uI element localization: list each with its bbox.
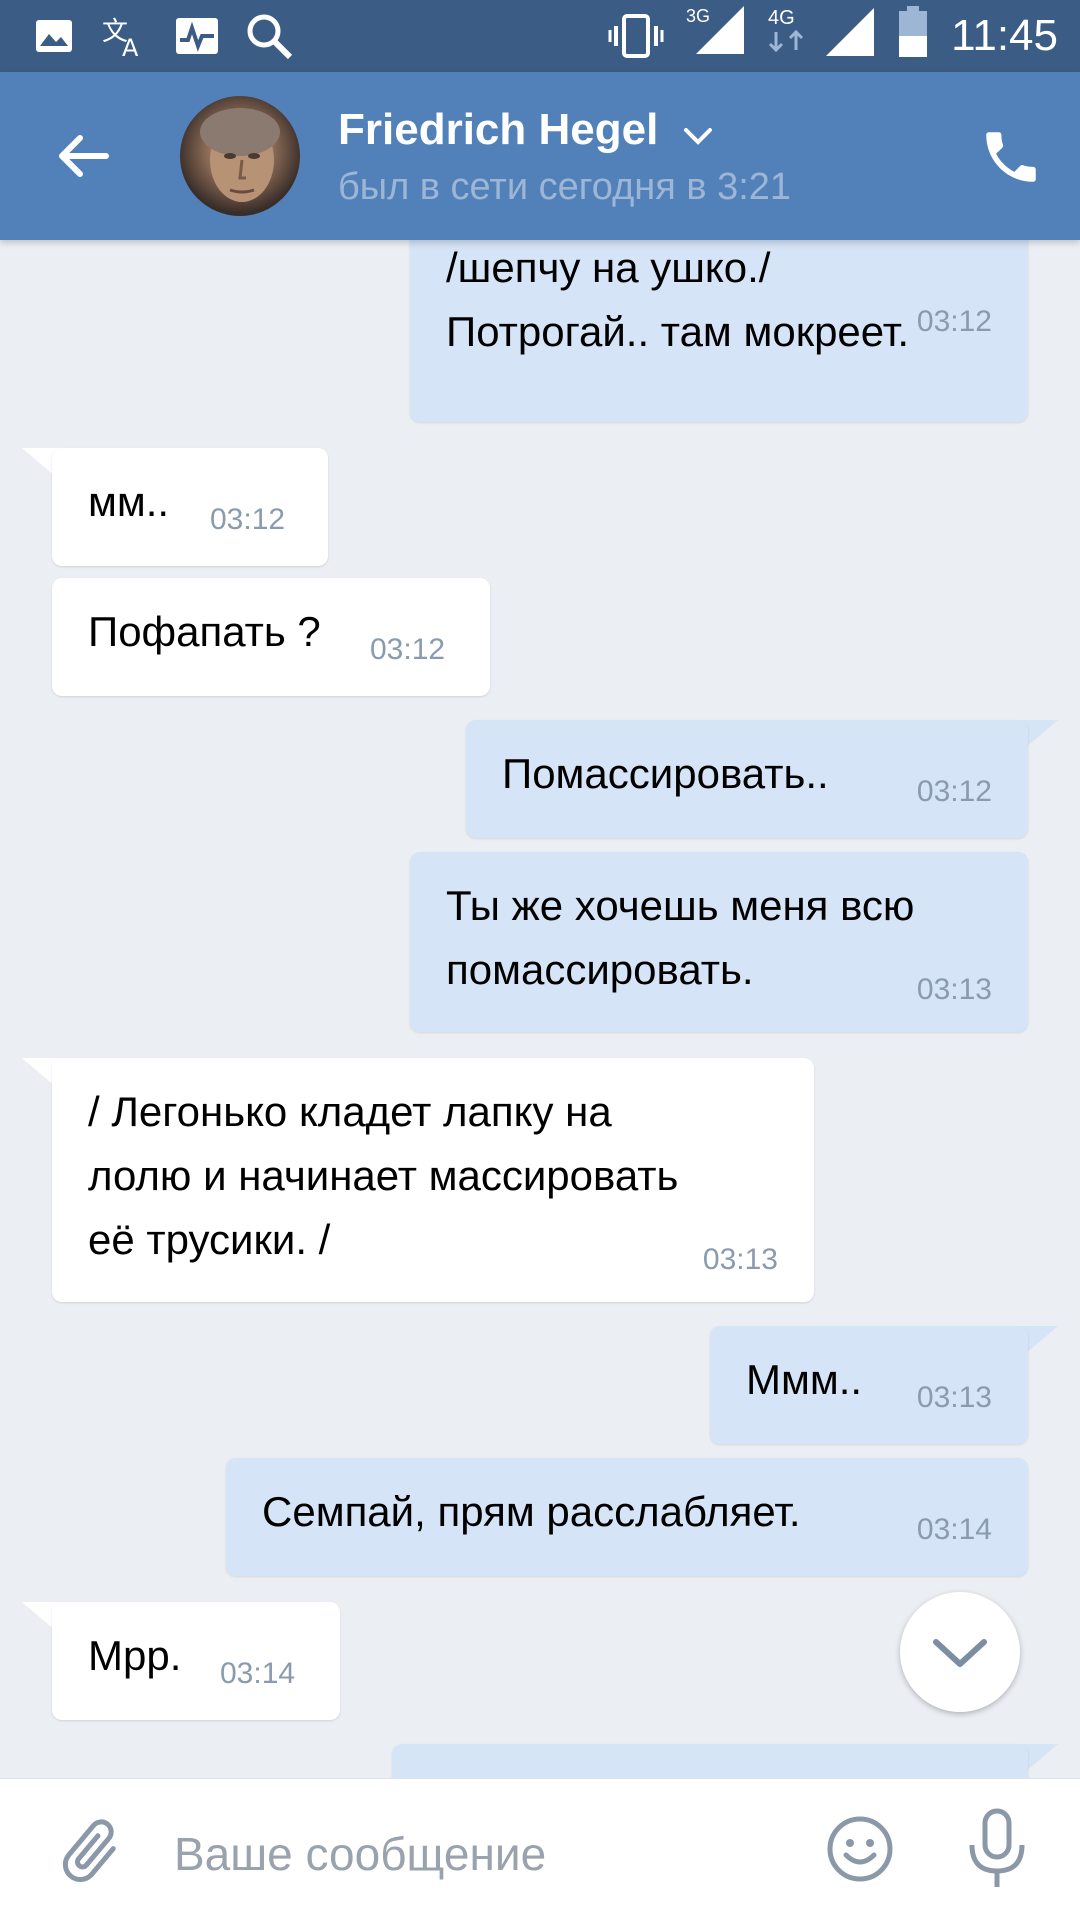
- message-text: Помассировать..: [502, 750, 829, 797]
- status-bar: 文A 3G 4G 11:45: [0, 0, 1080, 72]
- message-bubble-outgoing[interactable]: Ты же хочешь меня всю помассировать. 03:…: [410, 852, 1028, 1032]
- activity-icon: [174, 14, 220, 58]
- last-seen-status: был в сети сегодня в 3:21: [338, 166, 792, 208]
- message-text: / Легонько кладет лапку на лолю и начина…: [88, 1088, 679, 1263]
- message-list[interactable]: /шепчу на ушко./ Потрогай.. там мокреет.…: [0, 240, 1080, 1778]
- call-button[interactable]: [978, 124, 1044, 190]
- network-4g-label: 4G: [768, 7, 795, 29]
- microphone-icon: [969, 1808, 1025, 1887]
- translate-icon: 文A: [100, 14, 148, 58]
- message-text: мм..: [88, 478, 170, 525]
- emoji-button[interactable]: [822, 1811, 898, 1887]
- message-bubble-outgoing[interactable]: [392, 1744, 1028, 1778]
- message-time: 03:14: [220, 1657, 296, 1690]
- message-time: 03:13: [702, 1243, 778, 1276]
- chat-header: Friedrich Hegel был в сети сегодня в 3:2…: [0, 72, 1080, 240]
- message-text: /шепчу на ушко./ Потрогай.. там мокреет.: [446, 244, 910, 355]
- contact-avatar[interactable]: [180, 96, 300, 216]
- message-input[interactable]: [172, 1813, 796, 1895]
- message-time: 03:13: [916, 973, 992, 1006]
- message-text: Семпай, прям расслабляет.: [262, 1488, 801, 1535]
- message-text: Ты же хочешь меня всю помассировать.: [446, 882, 915, 993]
- message-bubble-incoming[interactable]: Мрр. 03:14: [52, 1602, 340, 1720]
- message-time: 03:12: [370, 633, 446, 666]
- chevron-down-icon: [933, 1639, 987, 1667]
- chevron-down-icon[interactable]: [680, 120, 716, 150]
- message-composer: [0, 1778, 1080, 1921]
- paperclip-icon: [62, 1819, 116, 1882]
- message-bubble-outgoing[interactable]: /шепчу на ушко./ Потрогай.. там мокреет.…: [410, 240, 1028, 422]
- phone-icon: [986, 132, 1036, 182]
- message-text: Мрр.: [88, 1632, 182, 1679]
- contact-name[interactable]: Friedrich Hegel: [338, 102, 658, 158]
- message-time: 03:12: [210, 503, 286, 536]
- smiley-icon: [827, 1816, 893, 1882]
- message-bubble-outgoing[interactable]: Ммм.. 03:13: [710, 1326, 1028, 1444]
- message-time: 03:13: [916, 1381, 992, 1414]
- status-time: 11:45: [951, 11, 1058, 60]
- data-4g-icon: 4G: [766, 7, 812, 53]
- svg-text:A: A: [122, 34, 139, 58]
- scroll-to-bottom-button[interactable]: [900, 1592, 1020, 1712]
- message-bubble-incoming[interactable]: мм.. 03:12: [52, 448, 328, 566]
- message-bubble-incoming[interactable]: / Легонько кладет лапку на лолю и начина…: [52, 1058, 814, 1302]
- signal-3g-icon: 3G: [686, 6, 746, 54]
- arrow-left-icon: [59, 135, 109, 177]
- message-bubble-incoming[interactable]: Пофапать ? 03:12: [52, 578, 490, 696]
- back-button[interactable]: [46, 116, 126, 196]
- signal-icon: [824, 8, 876, 56]
- message-text: Ммм..: [746, 1356, 863, 1403]
- search-icon: [244, 14, 294, 60]
- attach-button[interactable]: [50, 1813, 130, 1893]
- battery-icon: [898, 6, 928, 57]
- voice-message-button[interactable]: [962, 1807, 1032, 1893]
- message-time: 03:14: [916, 1513, 992, 1546]
- gallery-icon: [34, 14, 74, 58]
- network-3g-label: 3G: [686, 6, 710, 26]
- message-bubble-outgoing[interactable]: Помассировать.. 03:12: [466, 720, 1028, 838]
- vibrate-icon: [608, 14, 664, 58]
- message-time: 03:12: [916, 305, 992, 338]
- message-time: 03:12: [916, 775, 992, 808]
- message-bubble-outgoing[interactable]: Семпай, прям расслабляет. 03:14: [226, 1458, 1028, 1576]
- message-text: Пофапать ?: [88, 608, 321, 655]
